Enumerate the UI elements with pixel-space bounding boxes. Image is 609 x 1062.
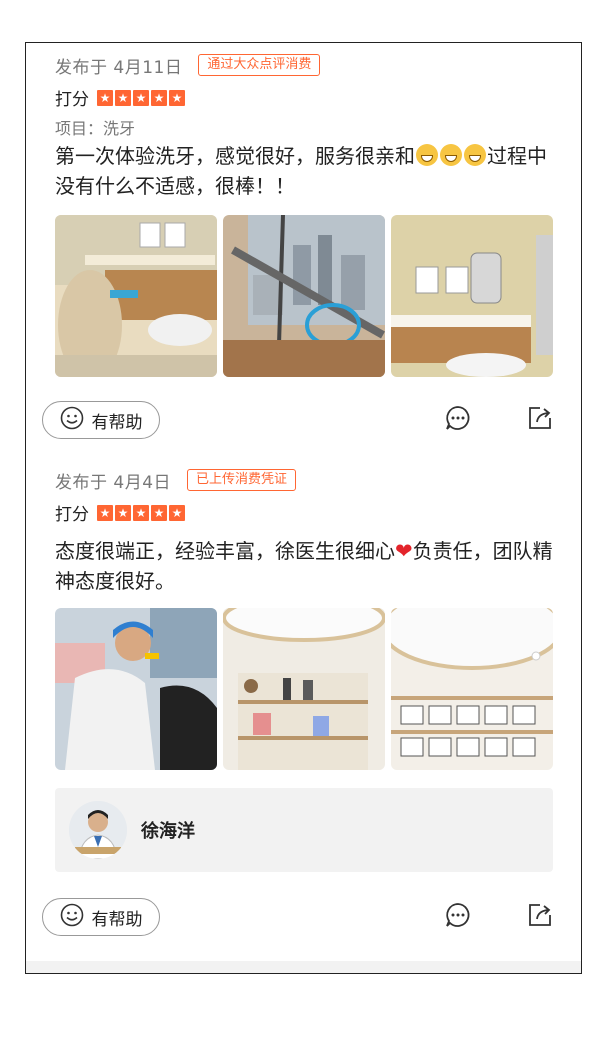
comment-icon	[444, 901, 472, 933]
review-date: 发布于 4月4日	[55, 472, 172, 493]
dentist-treating-photo[interactable]	[55, 608, 217, 770]
doctor-card[interactable]: 徐海洋	[55, 788, 553, 872]
verified-badge: 通过大众点评消费	[198, 54, 321, 76]
grin-emoji	[464, 144, 486, 166]
score-label: 打分	[55, 90, 89, 110]
doctor-name: 徐海洋	[141, 821, 195, 842]
star-icon: ★	[169, 504, 185, 521]
comment-icon	[444, 404, 472, 436]
dental-chair-photo[interactable]	[55, 215, 217, 377]
review-text-part1: 第一次体验洗牙，感觉很好，服务很亲和	[55, 144, 415, 168]
star-icon: ★	[115, 89, 131, 106]
smiley-icon	[60, 903, 84, 931]
helpful-label: 有帮助	[91, 412, 143, 433]
verified-badge: 已上传消费凭证	[187, 469, 297, 491]
star-icon: ★	[133, 89, 149, 106]
score-label: 打分	[55, 505, 89, 525]
certificate-wall-photo[interactable]	[391, 608, 553, 770]
review-text-part1: 态度很端正，经验丰富，徐医生很细心	[55, 539, 395, 563]
share-icon	[526, 901, 554, 933]
review-photos	[55, 215, 553, 377]
review-text: 第一次体验洗牙，感觉很好，服务很亲和 过程中没有什么不适感，很棒！！	[55, 141, 561, 201]
helpful-button[interactable]: 有帮助	[42, 401, 160, 439]
star-icon: ★	[97, 504, 113, 521]
star-icon: ★	[169, 89, 185, 106]
comment-button[interactable]	[441, 900, 475, 934]
star-icon: ★	[97, 89, 113, 106]
review-text: 态度很端正，经验丰富，徐医生很细心❤负责任，团队精神态度很好。	[55, 536, 561, 596]
share-button[interactable]	[523, 900, 557, 934]
review-meta: 发布于 4月4日 已上传消费凭证	[55, 468, 297, 493]
helpful-label: 有帮助	[91, 909, 143, 930]
share-button[interactable]	[523, 403, 557, 437]
star-icon: ★	[133, 504, 149, 521]
share-icon	[526, 404, 554, 436]
star-rating: ★ ★ ★ ★ ★	[97, 89, 185, 106]
review-date: 发布于 4月11日	[55, 57, 183, 78]
review-meta: 发布于 4月11日 通过大众点评消费	[55, 53, 321, 78]
cabinet-mirror-photo[interactable]	[391, 215, 553, 377]
review-actions: 有帮助	[26, 401, 581, 441]
review-project: 项目：洗牙	[55, 119, 136, 138]
grin-emoji	[440, 144, 462, 166]
score-row: 打分 ★ ★ ★ ★ ★	[55, 85, 185, 110]
star-icon: ★	[151, 504, 167, 521]
score-row: 打分 ★ ★ ★ ★ ★	[55, 500, 185, 525]
reviews-panel: 发布于 4月11日 通过大众点评消费 打分 ★ ★ ★ ★ ★ 项目：洗牙 第一…	[25, 42, 582, 974]
display-shelf-photo[interactable]	[223, 608, 385, 770]
helpful-button[interactable]: 有帮助	[42, 898, 160, 936]
star-icon: ★	[115, 504, 131, 521]
review-actions: 有帮助	[26, 898, 581, 938]
window-view-photo[interactable]	[223, 215, 385, 377]
heart-emoji: ❤	[395, 539, 413, 563]
party-face-emoji	[416, 144, 438, 166]
smiley-icon	[60, 406, 84, 434]
review-photos	[55, 608, 553, 770]
comment-button[interactable]	[441, 403, 475, 437]
star-icon: ★	[151, 89, 167, 106]
star-rating: ★ ★ ★ ★ ★	[97, 504, 185, 521]
doctor-avatar	[69, 801, 127, 859]
bottom-divider	[26, 961, 581, 973]
